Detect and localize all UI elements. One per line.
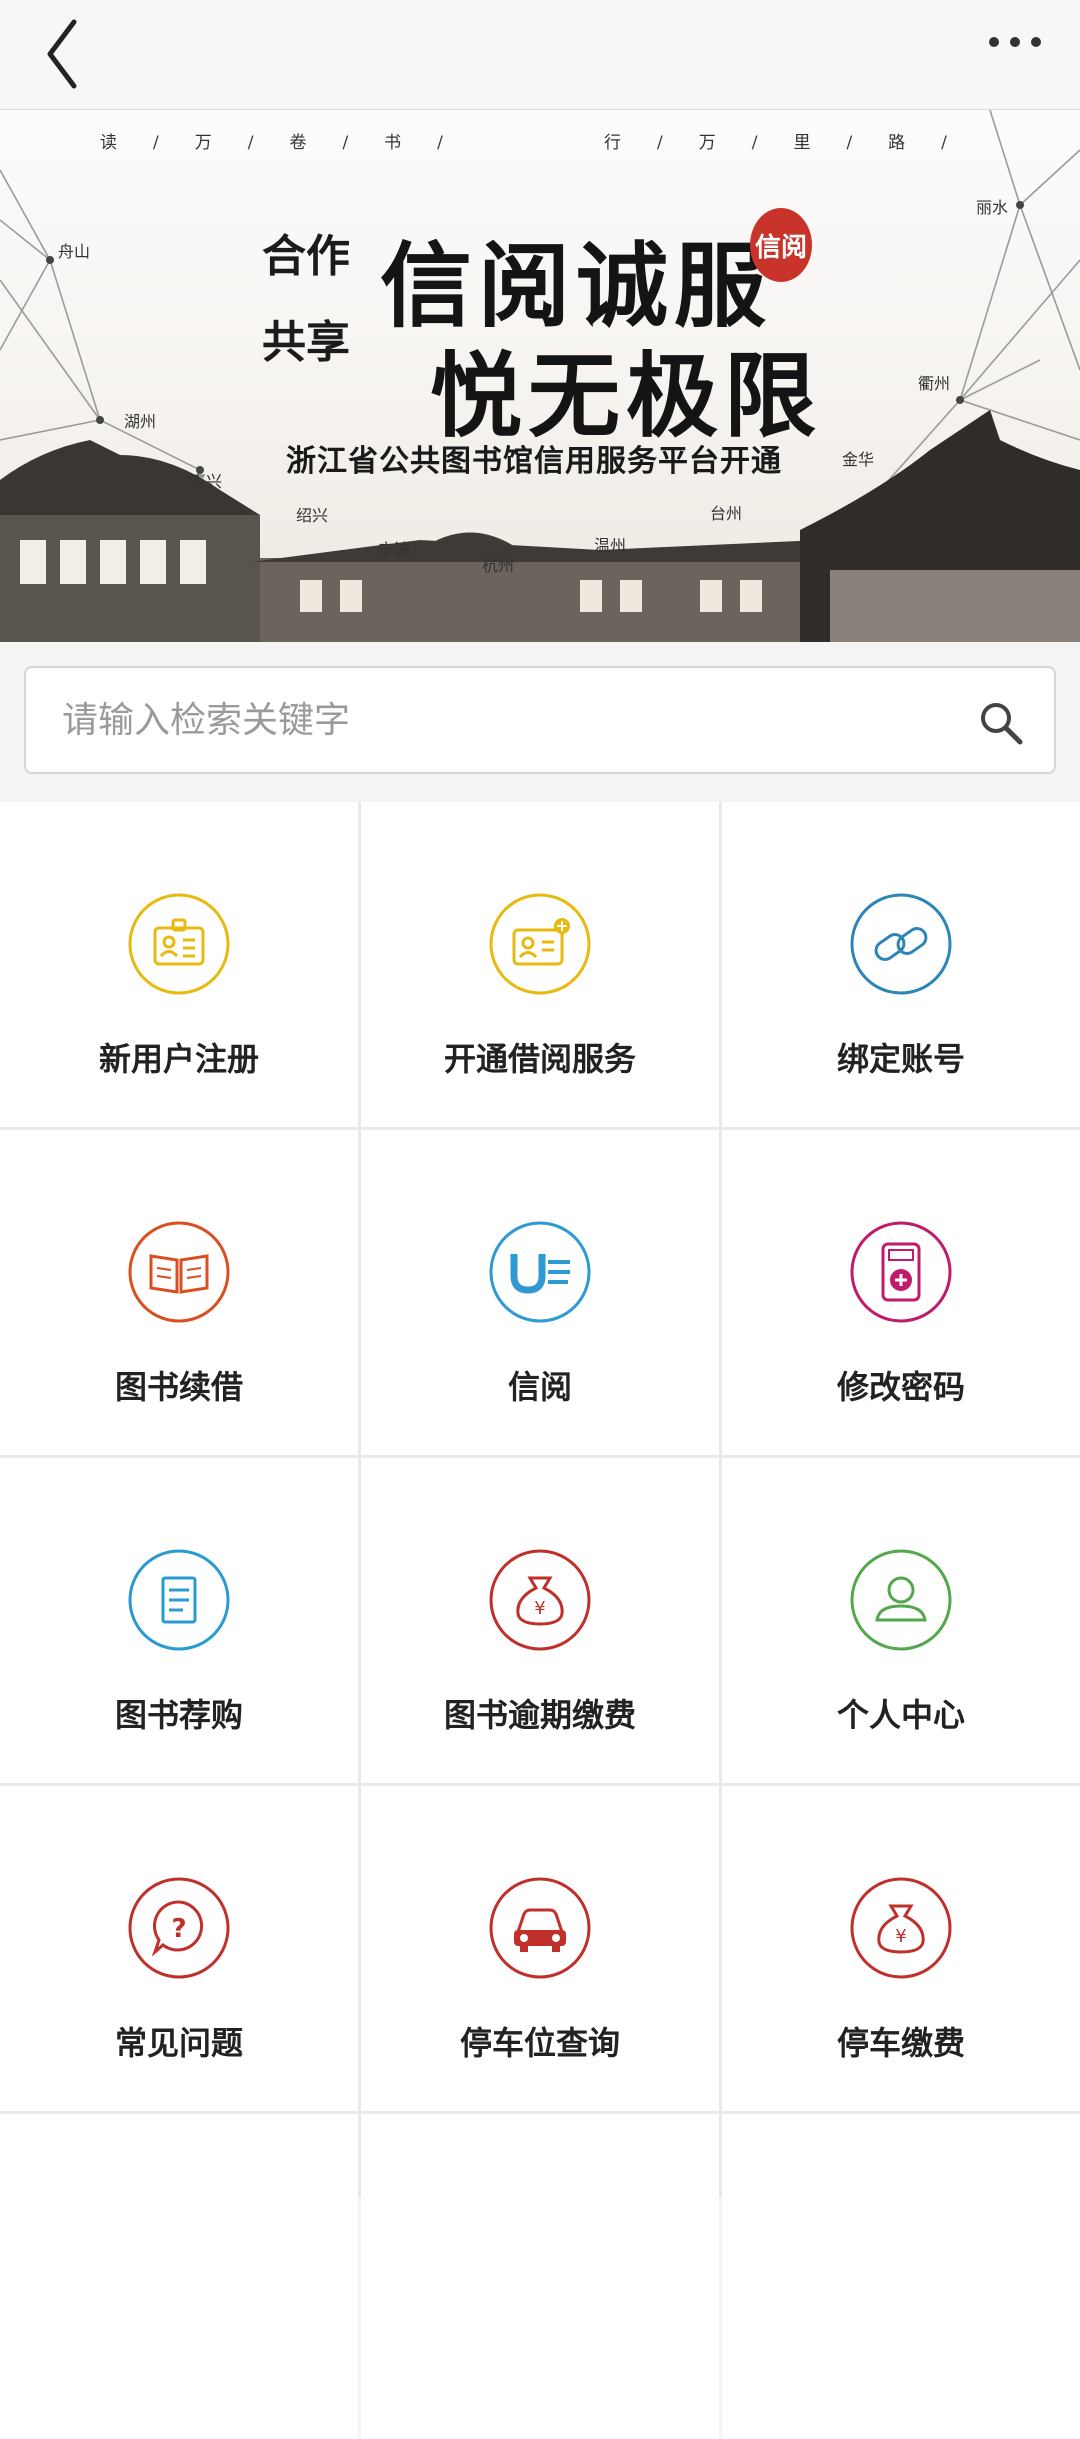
menu-item-label: 停车缴费: [836, 2024, 965, 2062]
city-label: 嘉兴: [190, 472, 223, 491]
svg-text:?: ?: [171, 1914, 186, 1944]
top-bar: [0, 0, 1080, 110]
menu-item-label: 个人中心: [836, 1696, 965, 1734]
menu-item-label: 图书荐购: [114, 1696, 243, 1734]
menu-item-label: 停车位查询: [459, 2024, 620, 2062]
grid-empty-cell: [722, 2114, 1080, 2439]
back-button[interactable]: [36, 14, 96, 94]
city-label: 湖州: [124, 412, 157, 431]
city-label: 衢州: [918, 374, 951, 393]
banner-subtitle: 浙江省公共图书馆信用服务平台开通: [286, 444, 782, 479]
menu-item-label: 开通借阅服务: [443, 1040, 636, 1078]
car-icon: [489, 1877, 591, 1979]
promo-banner[interactable]: 读/万/卷/书/ 行/万/里/路/ 合作 共享 信阅诚服 悦无极限 信阅 浙江省…: [0, 110, 1080, 642]
menu-item-label: 图书续借: [114, 1368, 243, 1406]
menu-item-bind-account[interactable]: 绑定账号: [722, 802, 1080, 1127]
search-box[interactable]: [24, 666, 1056, 774]
menu-item-label: 图书逾期缴费: [443, 1696, 636, 1734]
menu-item-overdue-payment[interactable]: ¥ 图书逾期缴费: [361, 1458, 719, 1783]
user-icon: [850, 1549, 952, 1651]
svg-text:¥: ¥: [895, 1926, 906, 1947]
search-icon[interactable]: [976, 698, 1024, 746]
city-label: 台州: [710, 504, 743, 523]
city-label: 金华: [842, 450, 875, 469]
open-book-icon: [128, 1221, 230, 1323]
menu-item-label: 绑定账号: [836, 1040, 965, 1078]
chevron-left-icon: [47, 19, 77, 89]
u-read-icon: [489, 1221, 591, 1323]
link-icon: [850, 893, 952, 995]
menu-item-open-borrow[interactable]: 开通借阅服务: [361, 802, 719, 1127]
red-seal-stamp: 信阅: [750, 208, 812, 282]
menu-item-faq[interactable]: ? 常见问题: [0, 1786, 358, 2111]
slogan-right: 行/万/里/路/: [604, 133, 983, 153]
menu-item-label: 常见问题: [114, 2024, 243, 2062]
money-bag-icon: ¥: [850, 1877, 952, 1979]
keypad-icon: [850, 1221, 952, 1323]
menu-item-renew[interactable]: 图书续借: [0, 1130, 358, 1455]
city-label: 宁波: [378, 540, 411, 559]
grid-empty-cell: [361, 2114, 719, 2439]
slogan-left: 读/万/卷/书/: [100, 133, 479, 153]
grid-empty-cell: [0, 2114, 358, 2439]
city-label: 杭州: [482, 556, 515, 575]
coop-text-line2: 共享: [262, 317, 350, 368]
menu-item-label: 新用户注册: [98, 1040, 259, 1078]
search-section: [0, 642, 1080, 802]
city-label: 丽水: [976, 198, 1009, 217]
more-dots-icon: [989, 37, 1041, 47]
menu-item-label: 信阅: [507, 1368, 572, 1406]
menu-item-parking-query[interactable]: 停车位查询: [361, 1786, 719, 2111]
function-grid: 新用户注册 开通借阅服务 绑定账号 图书续借 信阅 修改密码 图书荐购 ¥ 图书…: [0, 802, 1080, 2439]
menu-item-personal-center[interactable]: 个人中心: [722, 1458, 1080, 1783]
coop-text-line1: 合作: [262, 231, 350, 282]
city-label: 绍兴: [296, 506, 329, 525]
search-input[interactable]: [62, 668, 962, 772]
menu-item-register[interactable]: 新用户注册: [0, 802, 358, 1127]
menu-item-label: 修改密码: [836, 1368, 965, 1406]
id-card-icon: [128, 893, 230, 995]
menu-item-recommend-purchase[interactable]: 图书荐购: [0, 1458, 358, 1783]
menu-item-change-password[interactable]: 修改密码: [722, 1130, 1080, 1455]
more-options-button[interactable]: [980, 22, 1050, 82]
menu-item-xinyue[interactable]: 信阅: [361, 1130, 719, 1455]
menu-item-parking-payment[interactable]: ¥ 停车缴费: [722, 1786, 1080, 2111]
money-bag-icon: ¥: [489, 1549, 591, 1651]
id-card-star-icon: [489, 893, 591, 995]
question-bubble-icon: ?: [128, 1877, 230, 1979]
city-label: 舟山: [58, 242, 91, 261]
svg-text:¥: ¥: [534, 1598, 545, 1619]
city-label: 温州: [594, 536, 627, 555]
document-icon: [128, 1549, 230, 1651]
